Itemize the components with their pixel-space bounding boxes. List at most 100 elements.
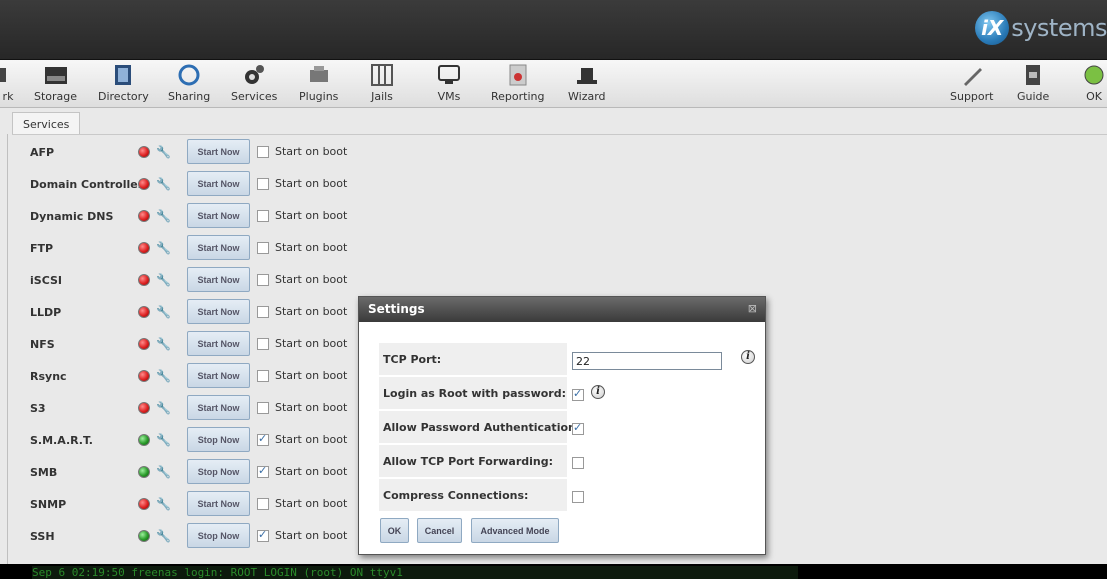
start-now-button[interactable]: Start Now (187, 363, 250, 388)
start-on-boot-label: Start on boot (275, 145, 348, 158)
start-on-boot-label: Start on boot (275, 177, 348, 190)
close-icon[interactable]: ⊠ (748, 302, 757, 315)
start-now-button[interactable]: Start Now (187, 299, 250, 324)
wrench-icon[interactable]: 🔧 (156, 337, 171, 351)
toolbar-storage[interactable]: Storage (34, 64, 77, 103)
wrench-icon[interactable]: 🔧 (156, 497, 171, 511)
support-icon (960, 64, 984, 86)
service-name: NFS (30, 338, 55, 351)
wizard-icon (575, 64, 599, 86)
start-on-boot-checkbox[interactable] (257, 274, 269, 286)
toolbar-label: rk (2, 90, 14, 103)
start-now-button[interactable]: Start Now (187, 267, 250, 292)
start-on-boot-checkbox[interactable] (257, 242, 269, 254)
start-on-boot-checkbox[interactable] (257, 210, 269, 222)
logo-mark: iX (975, 11, 1010, 45)
service-name: SNMP (30, 498, 67, 511)
start-on-boot-checkbox[interactable] (257, 370, 269, 382)
stopped-status-icon (138, 210, 150, 222)
toolbar-wizard[interactable]: Wizard (568, 64, 606, 103)
start-on-boot-label: Start on boot (275, 465, 348, 478)
allow-forwarding-checkbox[interactable] (572, 457, 584, 469)
toolbar-reporting[interactable]: Reporting (491, 64, 544, 103)
start-on-boot-checkbox[interactable] (257, 464, 269, 478)
toolbar-support[interactable]: Support (950, 64, 993, 103)
allow-password-checkbox[interactable] (572, 421, 584, 435)
ok-button[interactable]: OK (380, 518, 409, 543)
wrench-icon[interactable]: 🔧 (156, 465, 171, 479)
dialog-title: Settings (359, 297, 765, 322)
wrench-icon[interactable]: 🔧 (156, 305, 171, 319)
tcp-port-input[interactable] (572, 352, 722, 370)
toolbar-label: Storage (34, 90, 78, 103)
stop-now-button[interactable]: Stop Now (187, 427, 250, 452)
toolbar-label: Support (950, 90, 994, 103)
toolbar-plugins[interactable]: Plugins (299, 64, 338, 103)
stopped-status-icon (138, 370, 150, 382)
wrench-icon[interactable]: 🔧 (156, 209, 171, 223)
wrench-icon[interactable]: 🔧 (156, 369, 171, 383)
toolbar-sharing[interactable]: Sharing (168, 64, 210, 103)
stopped-status-icon (138, 338, 150, 350)
start-now-button[interactable]: Start Now (187, 203, 250, 228)
wrench-icon[interactable]: 🔧 (156, 241, 171, 255)
stop-now-button[interactable]: Stop Now (187, 459, 250, 484)
start-on-boot-checkbox[interactable] (257, 178, 269, 190)
service-row: Dynamic DNS 🔧 Start Now Start on boot (30, 202, 370, 230)
login-root-checkbox[interactable] (572, 387, 584, 401)
stopped-status-icon (138, 498, 150, 510)
directory-icon (111, 64, 135, 86)
start-on-boot-checkbox[interactable] (257, 528, 269, 542)
compress-checkbox[interactable] (572, 491, 584, 503)
reporting-icon (506, 64, 530, 86)
start-on-boot-label: Start on boot (275, 529, 348, 542)
start-on-boot-checkbox[interactable] (257, 432, 269, 446)
start-on-boot-label: Start on boot (275, 337, 348, 350)
row-compress: Compress Connections: (379, 479, 759, 511)
info-icon[interactable]: i (591, 385, 605, 399)
cancel-button[interactable]: Cancel (417, 518, 462, 543)
toolbar-directory[interactable]: Directory (98, 64, 149, 103)
allow-password-label: Allow Password Authentication: (379, 411, 580, 443)
start-on-boot-label: Start on boot (275, 209, 348, 222)
start-on-boot-checkbox[interactable] (257, 498, 269, 510)
wrench-icon[interactable]: 🔧 (156, 145, 171, 159)
console-bar: Sep 6 02:19:50 freenas login: ROOT LOGIN… (0, 564, 1107, 579)
start-on-boot-checkbox[interactable] (257, 402, 269, 414)
start-now-button[interactable]: Start Now (187, 491, 250, 516)
service-name: SMB (30, 466, 58, 479)
info-icon[interactable]: i (741, 350, 755, 364)
stopped-status-icon (138, 274, 150, 286)
wrench-icon[interactable]: 🔧 (156, 433, 171, 447)
top-header-bar: iX systems (0, 0, 1107, 60)
toolbar-services[interactable]: Services (231, 64, 277, 103)
wrench-icon[interactable]: 🔧 (156, 273, 171, 287)
service-row: NFS 🔧 Start Now Start on boot (30, 330, 370, 358)
stop-now-button[interactable]: Stop Now (187, 523, 250, 548)
toolbar-alert-ok[interactable]: OK (1082, 64, 1106, 103)
start-on-boot-label: Start on boot (275, 305, 348, 318)
start-on-boot-checkbox[interactable] (257, 146, 269, 158)
start-now-button[interactable]: Start Now (187, 331, 250, 356)
wrench-icon[interactable]: 🔧 (156, 177, 171, 191)
start-now-button[interactable]: Start Now (187, 235, 250, 260)
start-now-button[interactable]: Start Now (187, 139, 250, 164)
console-message: Sep 6 02:19:50 freenas login: ROOT LOGIN… (32, 566, 798, 579)
start-on-boot-checkbox[interactable] (257, 306, 269, 318)
start-on-boot-checkbox[interactable] (257, 338, 269, 350)
toolbar-network[interactable]: rk (0, 64, 20, 103)
stopped-status-icon (138, 242, 150, 254)
start-now-button[interactable]: Start Now (187, 395, 250, 420)
start-on-boot-label: Start on boot (275, 433, 348, 446)
tab-services[interactable]: Services (12, 112, 81, 135)
wrench-icon[interactable]: 🔧 (156, 529, 171, 543)
service-row: S3 🔧 Start Now Start on boot (30, 394, 370, 422)
toolbar-vms[interactable]: VMs (437, 64, 461, 103)
wrench-icon[interactable]: 🔧 (156, 401, 171, 415)
running-status-icon (138, 466, 150, 478)
login-root-label: Login as Root with password: (379, 377, 567, 409)
toolbar-jails[interactable]: Jails (370, 64, 394, 103)
advanced-mode-button[interactable]: Advanced Mode (471, 518, 559, 543)
start-now-button[interactable]: Start Now (187, 171, 250, 196)
toolbar-guide[interactable]: Guide (1017, 64, 1049, 103)
